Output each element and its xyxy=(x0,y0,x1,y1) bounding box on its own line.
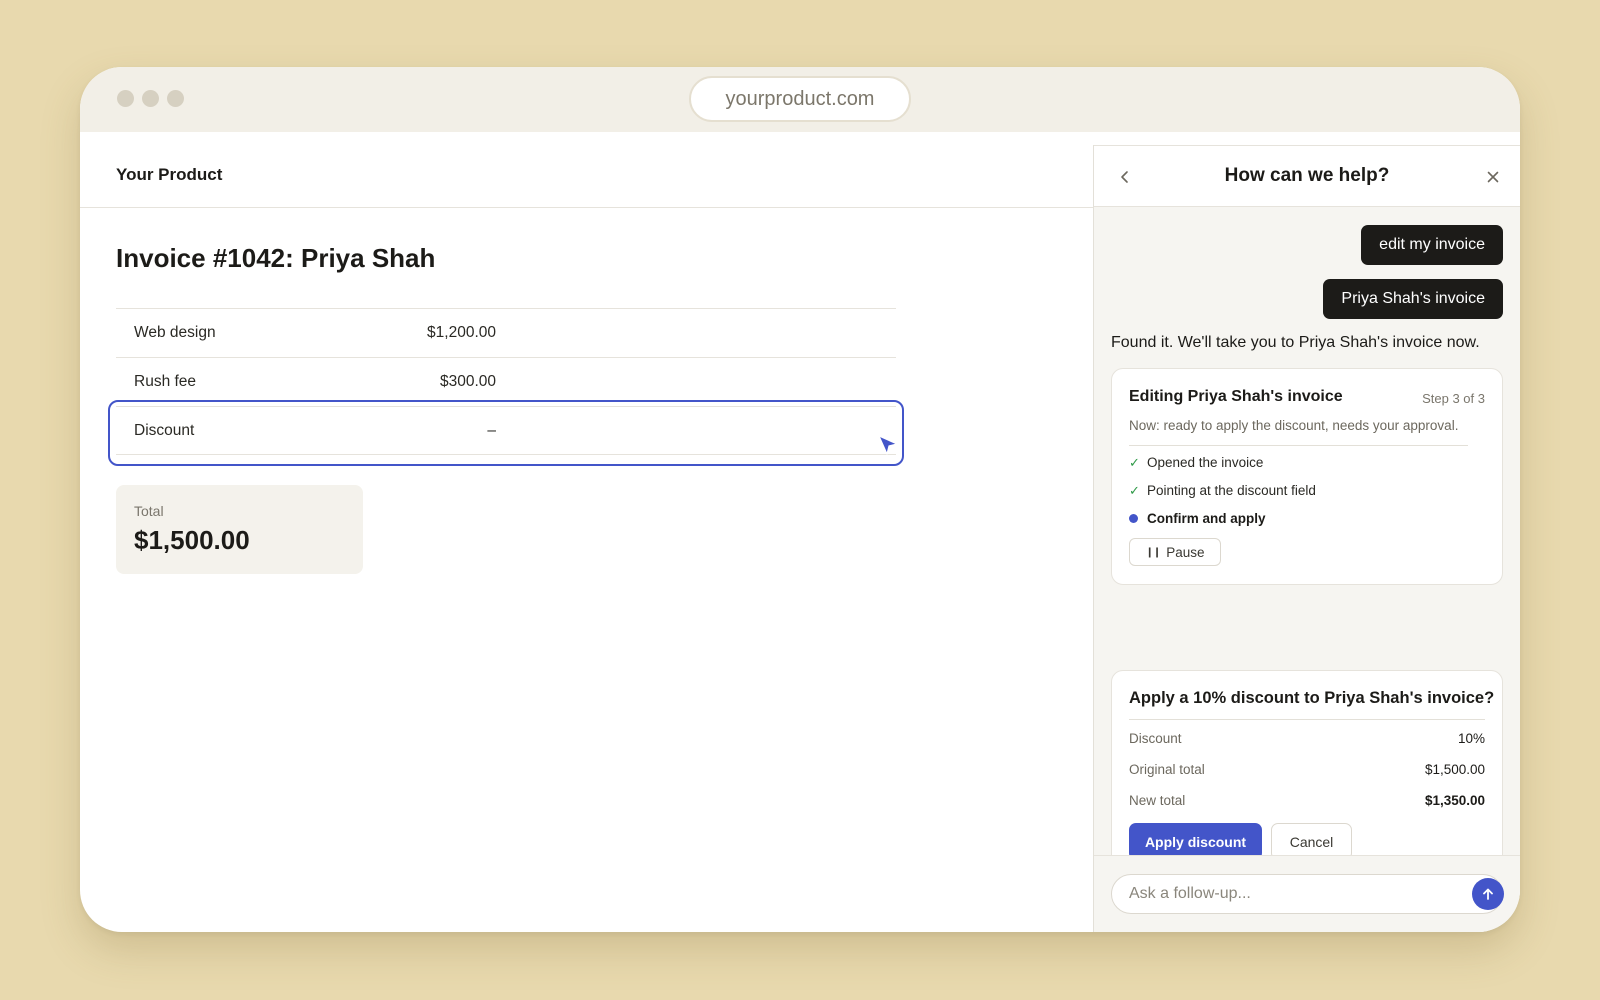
help-panel: How can we help? edit my invoice Priya S… xyxy=(1093,145,1520,932)
total-label: Total xyxy=(134,503,164,519)
line-item-amount: $300.00 xyxy=(439,373,496,390)
progress-card: Editing Priya Shah's invoice Step 3 of 3… xyxy=(1111,368,1503,585)
brand-name: Your Product xyxy=(116,165,223,184)
window-close-dot[interactable] xyxy=(117,90,134,107)
summary-label: Original total xyxy=(1129,762,1205,777)
pause-icon: ❙❙ xyxy=(1145,546,1161,558)
window-minimize-dot[interactable] xyxy=(142,90,159,107)
summary-label: New total xyxy=(1129,793,1186,808)
step-label: Opened the invoice xyxy=(1147,455,1264,470)
summary-label: Discount xyxy=(1129,731,1182,746)
summary-value: $1,350.00 xyxy=(1424,793,1485,808)
follow-up-input[interactable] xyxy=(1111,874,1503,914)
check-icon: ✓ xyxy=(1129,455,1140,470)
window-zoom-dot[interactable] xyxy=(167,90,184,107)
confirm-card: Apply a 10% discount to Priya Shah's inv… xyxy=(1111,670,1503,878)
total-value: $1,500.00 xyxy=(134,525,250,555)
summary-row-new-total: New total $1,350.00 xyxy=(1129,793,1485,808)
help-panel-header: How can we help? xyxy=(1094,145,1520,207)
progress-card-title: Editing Priya Shah's invoice xyxy=(1129,388,1343,405)
page-title: Invoice #1042: Priya Shah xyxy=(116,243,436,273)
send-arrow-icon[interactable] xyxy=(1472,878,1504,910)
cursor-icon xyxy=(878,435,898,455)
total-card: Total $1,500.00 xyxy=(116,485,363,574)
pause-button[interactable]: ❙❙ Pause xyxy=(1129,538,1221,566)
help-panel-title: How can we help? xyxy=(1224,165,1390,186)
step-item: ✓ Pointing at the discount field xyxy=(1129,483,1316,498)
line-item-label: Rush fee xyxy=(134,373,197,390)
browser-window: yourproduct.com Your Product Invoice #10… xyxy=(80,67,1520,932)
line-item-web-design: Web design $1,200.00 xyxy=(116,308,896,357)
step-label: Confirm and apply xyxy=(1147,511,1266,526)
line-item-label: Web design xyxy=(134,324,216,341)
step-counter: Step 3 of 3 xyxy=(1422,391,1485,406)
progress-divider xyxy=(1129,445,1468,446)
line-item-amount: $1,200.00 xyxy=(427,324,496,341)
summary-row-original-total: Original total $1,500.00 xyxy=(1129,762,1485,777)
user-message: edit my invoice xyxy=(1361,225,1503,265)
confirm-divider xyxy=(1129,719,1485,720)
address-bar[interactable]: yourproduct.com xyxy=(689,76,911,122)
step-item: ✓ Opened the invoice xyxy=(1129,455,1263,470)
user-message: Priya Shah's invoice xyxy=(1323,279,1503,319)
line-item-rush-fee: Rush fee $300.00 xyxy=(116,357,896,406)
discount-field-highlight xyxy=(108,400,904,466)
assistant-reply: Found it. We'll take you to Priya Shah's… xyxy=(1111,334,1480,351)
confirm-card-title: Apply a 10% discount to Priya Shah's inv… xyxy=(1129,689,1495,707)
summary-value: 10% xyxy=(1457,731,1485,746)
check-icon: ✓ xyxy=(1129,483,1140,498)
browser-chrome: yourproduct.com xyxy=(80,67,1520,132)
step-item-active: Confirm and apply xyxy=(1129,511,1266,526)
pause-button-label: Pause xyxy=(1166,544,1205,560)
composer xyxy=(1094,855,1520,932)
step-label: Pointing at the discount field xyxy=(1147,483,1316,498)
active-step-dot-icon xyxy=(1129,514,1138,523)
summary-row-discount: Discount 10% xyxy=(1129,731,1485,746)
progress-status: Now: ready to apply the discount, needs … xyxy=(1129,418,1459,433)
header-divider xyxy=(80,207,1093,208)
close-icon[interactable] xyxy=(1480,164,1506,190)
summary-value: $1,500.00 xyxy=(1424,762,1485,777)
